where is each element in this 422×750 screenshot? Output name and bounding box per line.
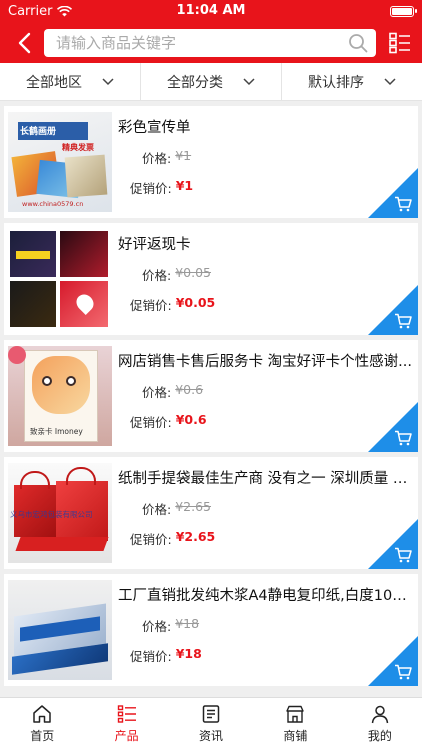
product-card[interactable]: 长鹤画册 精典发票 www.china0579.cn 彩色宣传单 价格: ¥1 促… <box>4 106 418 218</box>
filter-category-label: 全部分类 <box>167 74 223 91</box>
original-price: ¥2.65 <box>175 499 212 514</box>
category-menu-button[interactable] <box>386 28 414 58</box>
top-bar: Carrier 11:04 AM <box>0 0 422 63</box>
add-to-cart-button[interactable] <box>368 519 418 569</box>
cart-icon <box>395 313 412 329</box>
promo-label: 促销价: <box>130 415 172 430</box>
price-label: 价格: <box>142 151 172 166</box>
filter-sort-label: 默认排序 <box>308 74 364 91</box>
promo-label: 促销价: <box>130 181 172 196</box>
search-box[interactable] <box>44 28 376 57</box>
shop-icon <box>286 705 305 723</box>
add-to-cart-button[interactable] <box>368 636 418 686</box>
original-price: ¥1 <box>175 148 192 163</box>
product-title[interactable]: 工厂直销批发纯木浆A4静电复印纸,白度102% <box>118 584 418 605</box>
product-image: 长鹤画册 精典发票 www.china0579.cn <box>8 112 112 212</box>
tab-shop-label: 商铺 <box>283 729 308 743</box>
home-icon <box>33 705 51 723</box>
product-card[interactable]: 致亲卡 Imoney 网店销售卡售后服务卡 淘宝好评卡个性感谢... 价格: ¥0… <box>4 340 418 452</box>
filter-region-label: 全部地区 <box>26 74 82 91</box>
product-list: 长鹤画册 精典发票 www.china0579.cn 彩色宣传单 价格: ¥1 促… <box>0 101 422 686</box>
tab-profile-label: 我的 <box>367 729 392 743</box>
product-image <box>8 580 112 680</box>
product-image: 义乌市宏鸿包装有限公司 <box>8 463 112 563</box>
tab-products[interactable]: 产品 <box>84 698 168 750</box>
chevron-left-icon <box>18 32 31 53</box>
tab-shop[interactable]: 商铺 <box>253 698 337 750</box>
cart-icon <box>395 664 412 680</box>
news-icon <box>202 705 220 723</box>
price-label: 价格: <box>142 502 172 517</box>
original-price: ¥18 <box>175 616 200 631</box>
product-title[interactable]: 网店销售卡售后服务卡 淘宝好评卡个性感谢... <box>118 350 418 371</box>
product-title[interactable]: 纸制手提袋最佳生产商 没有之一 深圳质量 义... <box>118 467 418 488</box>
promo-price: ¥18 <box>175 646 202 661</box>
tab-home-label: 首页 <box>30 729 55 743</box>
chevron-down-icon <box>384 77 396 85</box>
add-to-cart-button[interactable] <box>368 402 418 452</box>
price-label: 价格: <box>142 385 172 400</box>
product-title[interactable]: 彩色宣传单 <box>118 116 418 137</box>
image-text: 致亲卡 Imoney <box>30 427 83 436</box>
price-label: 价格: <box>142 619 172 634</box>
promo-label: 促销价: <box>130 649 172 664</box>
search-input[interactable] <box>56 33 348 52</box>
image-text: 精典发票 <box>62 143 94 152</box>
product-card[interactable]: 工厂直销批发纯木浆A4静电复印纸,白度102% 价格: ¥18 促销价: ¥18 <box>4 574 418 686</box>
filter-category[interactable]: 全部分类 <box>141 63 282 100</box>
tab-news-label: 资讯 <box>199 729 224 743</box>
product-title[interactable]: 好评返现卡 <box>118 233 418 254</box>
cart-icon <box>395 196 412 212</box>
back-button[interactable] <box>12 28 36 58</box>
product-card[interactable]: 好评返现卡 价格: ¥0.05 促销价: ¥0.05 <box>4 223 418 335</box>
user-icon <box>371 705 389 724</box>
image-text: 义乌市宏鸿包装有限公司 <box>10 510 93 519</box>
cart-icon <box>395 430 412 446</box>
original-price: ¥0.05 <box>175 265 212 280</box>
list-icon <box>117 705 136 723</box>
status-bar: Carrier 11:04 AM <box>0 0 422 22</box>
cart-icon <box>395 547 412 563</box>
product-card[interactable]: 义乌市宏鸿包装有限公司 纸制手提袋最佳生产商 没有之一 深圳质量 义... 价格… <box>4 457 418 569</box>
original-price: ¥0.6 <box>175 382 204 397</box>
tab-bar: 首页 产品 资讯 商铺 我的 <box>0 697 422 750</box>
promo-price: ¥0.6 <box>175 412 207 427</box>
promo-label: 促销价: <box>130 532 172 547</box>
tab-home[interactable]: 首页 <box>0 698 84 750</box>
promo-price: ¥2.65 <box>175 529 216 544</box>
clock: 11:04 AM <box>176 3 246 18</box>
promo-price: ¥1 <box>175 178 194 193</box>
header <box>0 22 422 63</box>
filter-bar: 全部地区 全部分类 默认排序 <box>0 63 422 101</box>
grid-list-icon <box>389 32 410 53</box>
add-to-cart-button[interactable] <box>368 168 418 218</box>
promo-label: 促销价: <box>130 298 172 313</box>
add-to-cart-button[interactable] <box>368 285 418 335</box>
tab-profile[interactable]: 我的 <box>338 698 422 750</box>
product-image <box>8 229 112 329</box>
battery-icon <box>390 5 417 17</box>
chevron-down-icon <box>243 77 255 85</box>
tab-news[interactable]: 资讯 <box>169 698 253 750</box>
tab-products-label: 产品 <box>114 729 139 743</box>
filter-sort[interactable]: 默认排序 <box>282 63 422 100</box>
filter-region[interactable]: 全部地区 <box>0 63 141 100</box>
image-text: 长鹤画册 <box>20 127 57 137</box>
search-icon[interactable] <box>348 33 368 53</box>
chevron-down-icon <box>102 77 114 85</box>
promo-price: ¥0.05 <box>175 295 216 310</box>
image-text: www.china0579.cn <box>22 200 84 208</box>
product-image: 致亲卡 Imoney <box>8 346 112 446</box>
price-label: 价格: <box>142 268 172 283</box>
